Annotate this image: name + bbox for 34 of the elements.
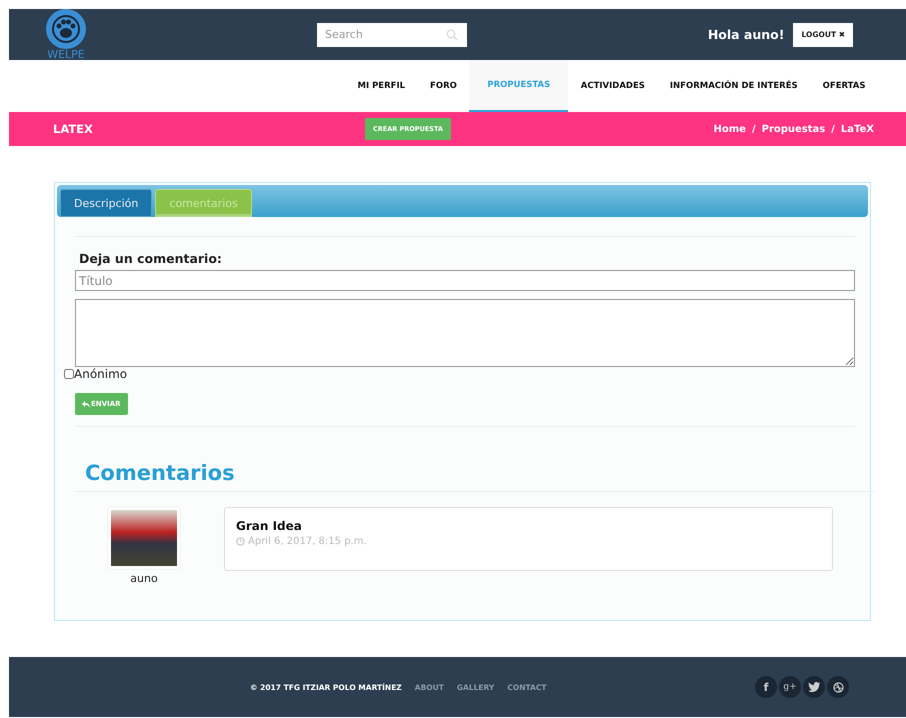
clock-icon (236, 537, 245, 546)
comment-title: Gran Idea (236, 519, 303, 533)
breadcrumb-separator: / (831, 124, 835, 134)
nav-link[interactable]: MI PERFIL (344, 60, 418, 112)
comments-heading: Comentarios (85, 461, 236, 485)
tab[interactable]: Descripción (60, 189, 152, 217)
author-name: auno (130, 572, 158, 585)
nav-link[interactable]: PROPUESTAS (469, 60, 568, 112)
checkbox-label: Anónimo (74, 367, 128, 381)
dribbble-ball-icon[interactable] (827, 676, 849, 698)
breadcrumb-separator: / (752, 124, 756, 134)
logo-text: WELPE (47, 49, 85, 60)
twitter-bird-icon[interactable] (803, 676, 825, 698)
nav-link[interactable]: ACTIVIDADES (568, 60, 658, 112)
comment-textarea[interactable] (75, 299, 855, 367)
form-heading: Deja un comentario: (79, 251, 223, 266)
breadcrumb-link[interactable]: Home (714, 124, 746, 134)
nav-link[interactable]: OFERTAS (810, 60, 878, 112)
facebook-link[interactable]: f (755, 676, 777, 698)
search-field[interactable]: Search (317, 22, 467, 46)
title-field[interactable]: Título (75, 270, 855, 291)
breadcrumb-link[interactable]: Propuestas (762, 124, 826, 134)
reply-arrow-icon (82, 400, 90, 408)
avatar-photo-placeholder (108, 507, 180, 569)
paw-logo-icon (46, 9, 86, 49)
greeting-text: Hola auno! (708, 27, 784, 42)
anonymous-checkbox[interactable] (64, 369, 74, 379)
google-plus-link[interactable]: g+ (779, 676, 801, 698)
search-icon (446, 28, 458, 40)
breadcrumb-link[interactable]: LaTeX (840, 124, 874, 134)
page-title: LATEX (53, 122, 94, 136)
comment-date: April 6, 2017, 8:15 p.m. (248, 536, 367, 547)
nav-link[interactable]: FORO (418, 60, 470, 112)
nav-link[interactable]: INFORMACIÓN DE INTERÉS (657, 60, 810, 112)
